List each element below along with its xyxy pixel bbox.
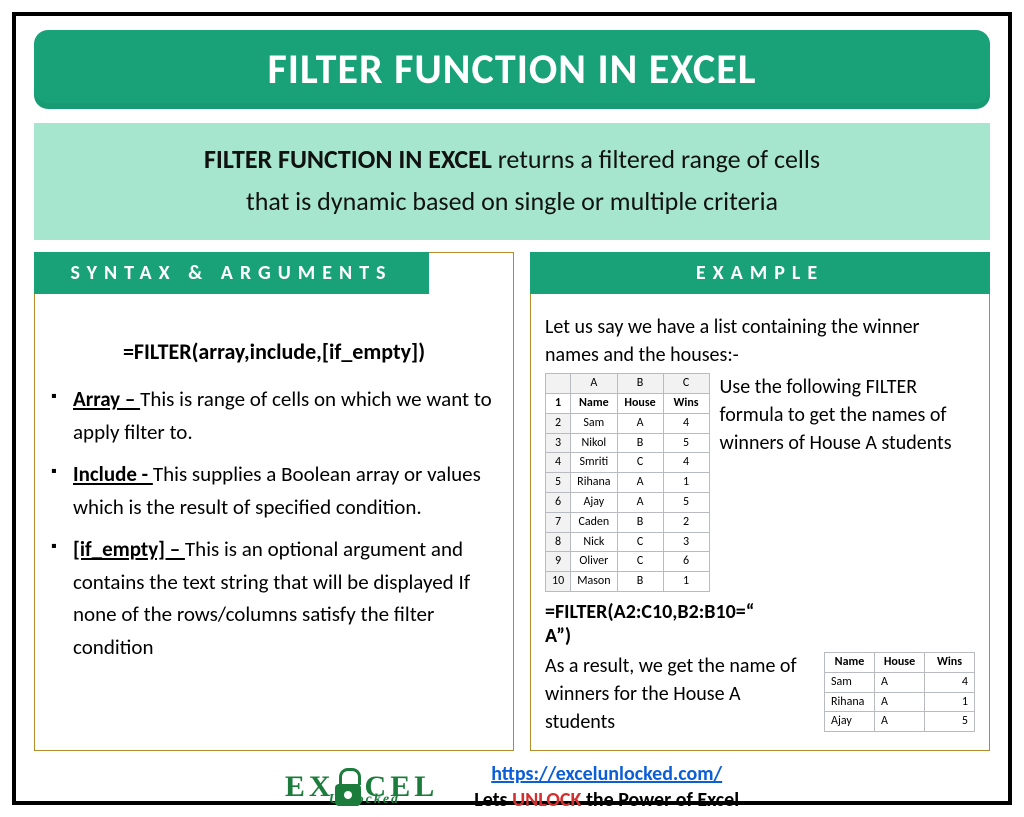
result-cell: Rihana <box>825 692 875 712</box>
cell: Oliver <box>571 552 617 572</box>
cell: C <box>617 532 663 552</box>
cell: Mason <box>571 572 617 592</box>
result-cell: 5 <box>925 712 975 732</box>
tagline-post: the Power of Excel <box>581 788 739 812</box>
footer-link[interactable]: https://excelunlocked.com/ <box>491 762 722 786</box>
result-header: Name <box>825 652 875 672</box>
columns: SYNTAX & ARGUMENTS =FILTER(array,include… <box>34 252 990 751</box>
example-body: Let us say we have a list containing the… <box>545 313 975 736</box>
argument-name: Array – <box>73 386 140 412</box>
intro-rest1: returns a filtered range of cells <box>492 143 820 175</box>
cell: B <box>617 433 663 453</box>
cell: Caden <box>571 512 617 532</box>
row-number: 8 <box>546 532 571 552</box>
cell: 1 <box>663 473 709 493</box>
cell: B <box>617 512 663 532</box>
cell: 5 <box>663 433 709 453</box>
cell: A <box>617 492 663 512</box>
argument-name: [if_empty] – <box>73 536 185 562</box>
source-spreadsheet: A B C 1 Name House Wins <box>545 373 710 592</box>
cell: C <box>617 453 663 473</box>
result-spreadsheet: Name House Wins SamA4 RihanaA1 AjayA5 <box>824 652 975 732</box>
intro-strong: FILTER FUNCTION IN EXCEL <box>204 143 492 175</box>
row-number: 3 <box>546 433 571 453</box>
cell: Sam <box>571 413 617 433</box>
header-cell: Wins <box>663 393 709 413</box>
cell: Rihana <box>571 473 617 493</box>
logo-subtitle: Unlocked <box>329 792 400 808</box>
intro-line2: that is dynamic based on single or multi… <box>246 185 778 217</box>
cell: C <box>617 552 663 572</box>
result-cell: Sam <box>825 672 875 692</box>
argument-item: [if_empty] – This is an optional argumen… <box>49 533 499 663</box>
result-cell: A <box>875 692 925 712</box>
corner-cell <box>546 374 571 394</box>
cell: 3 <box>663 532 709 552</box>
page-title-banner: FILTER FUNCTION IN EXCEL <box>34 30 990 109</box>
cell: 4 <box>663 413 709 433</box>
cell: Ajay <box>571 492 617 512</box>
result-cell: 4 <box>925 672 975 692</box>
example-result-text: As a result, we get the name of winners … <box>545 652 810 736</box>
formula-line: A”) <box>545 624 571 648</box>
row-number: 9 <box>546 552 571 572</box>
syntax-panel: SYNTAX & ARGUMENTS =FILTER(array,include… <box>34 252 514 751</box>
logo-letter: E <box>285 770 305 804</box>
col-letter: C <box>663 374 709 394</box>
header-cell: Name <box>571 393 617 413</box>
example-panel: EXAMPLE Let us say we have a list contai… <box>530 252 990 751</box>
row-number: 5 <box>546 473 571 493</box>
syntax-formula: =FILTER(array,include,[if_empty]) <box>49 338 499 365</box>
tagline-unlock: UNLOCK <box>512 788 581 812</box>
page: FILTER FUNCTION IN EXCEL FILTER FUNCTION… <box>12 12 1012 805</box>
header-cell: House <box>617 393 663 413</box>
result-header: Wins <box>925 652 975 672</box>
col-letter: A <box>571 374 617 394</box>
cell: 4 <box>663 453 709 473</box>
syntax-tab: SYNTAX & ARGUMENTS <box>34 252 429 294</box>
example-tab: EXAMPLE <box>530 252 990 294</box>
argument-list: Array – This is range of cells on which … <box>49 383 499 663</box>
cell: A <box>617 413 663 433</box>
col-letter: B <box>617 374 663 394</box>
cell: 2 <box>663 512 709 532</box>
example-lead: Let us say we have a list containing the… <box>545 313 975 369</box>
footer-text: https://excelunlocked.com/ Lets UNLOCK t… <box>474 761 739 813</box>
footer: E X C E L Unlocked https://excelunlocked… <box>34 761 990 813</box>
tagline-pre: Lets <box>474 788 512 812</box>
cell: 6 <box>663 552 709 572</box>
result-cell: 1 <box>925 692 975 712</box>
example-formula: =FILTER(A2:C10,B2:B10=“ A”) <box>545 600 975 648</box>
row-number: 6 <box>546 492 571 512</box>
cell: A <box>617 473 663 493</box>
cell: Nick <box>571 532 617 552</box>
row-number: 10 <box>546 572 571 592</box>
page-title: FILTER FUNCTION IN EXCEL <box>268 44 757 95</box>
argument-item: Include - This supplies a Boolean array … <box>49 458 499 523</box>
result-cell: A <box>875 672 925 692</box>
result-cell: A <box>875 712 925 732</box>
cell: 1 <box>663 572 709 592</box>
argument-item: Array – This is range of cells on which … <box>49 383 499 448</box>
argument-name: Include - <box>73 461 153 487</box>
formula-line: =FILTER(A2:C10,B2:B10=“ <box>545 600 754 624</box>
row-number: 2 <box>546 413 571 433</box>
brand-logo: E X C E L Unlocked <box>285 768 434 806</box>
row-number: 1 <box>546 393 571 413</box>
row-number: 7 <box>546 512 571 532</box>
result-cell: Ajay <box>825 712 875 732</box>
intro-box: FILTER FUNCTION IN EXCEL returns a filte… <box>34 123 990 240</box>
result-header: House <box>875 652 925 672</box>
example-side-text: Use the following FILTER formula to get … <box>720 373 975 457</box>
row-number: 4 <box>546 453 571 473</box>
cell: Smriti <box>571 453 617 473</box>
cell: Nikol <box>571 433 617 453</box>
cell: B <box>617 572 663 592</box>
cell: 5 <box>663 492 709 512</box>
logo-letter: L <box>414 770 434 804</box>
logo-letter: X <box>309 770 331 804</box>
